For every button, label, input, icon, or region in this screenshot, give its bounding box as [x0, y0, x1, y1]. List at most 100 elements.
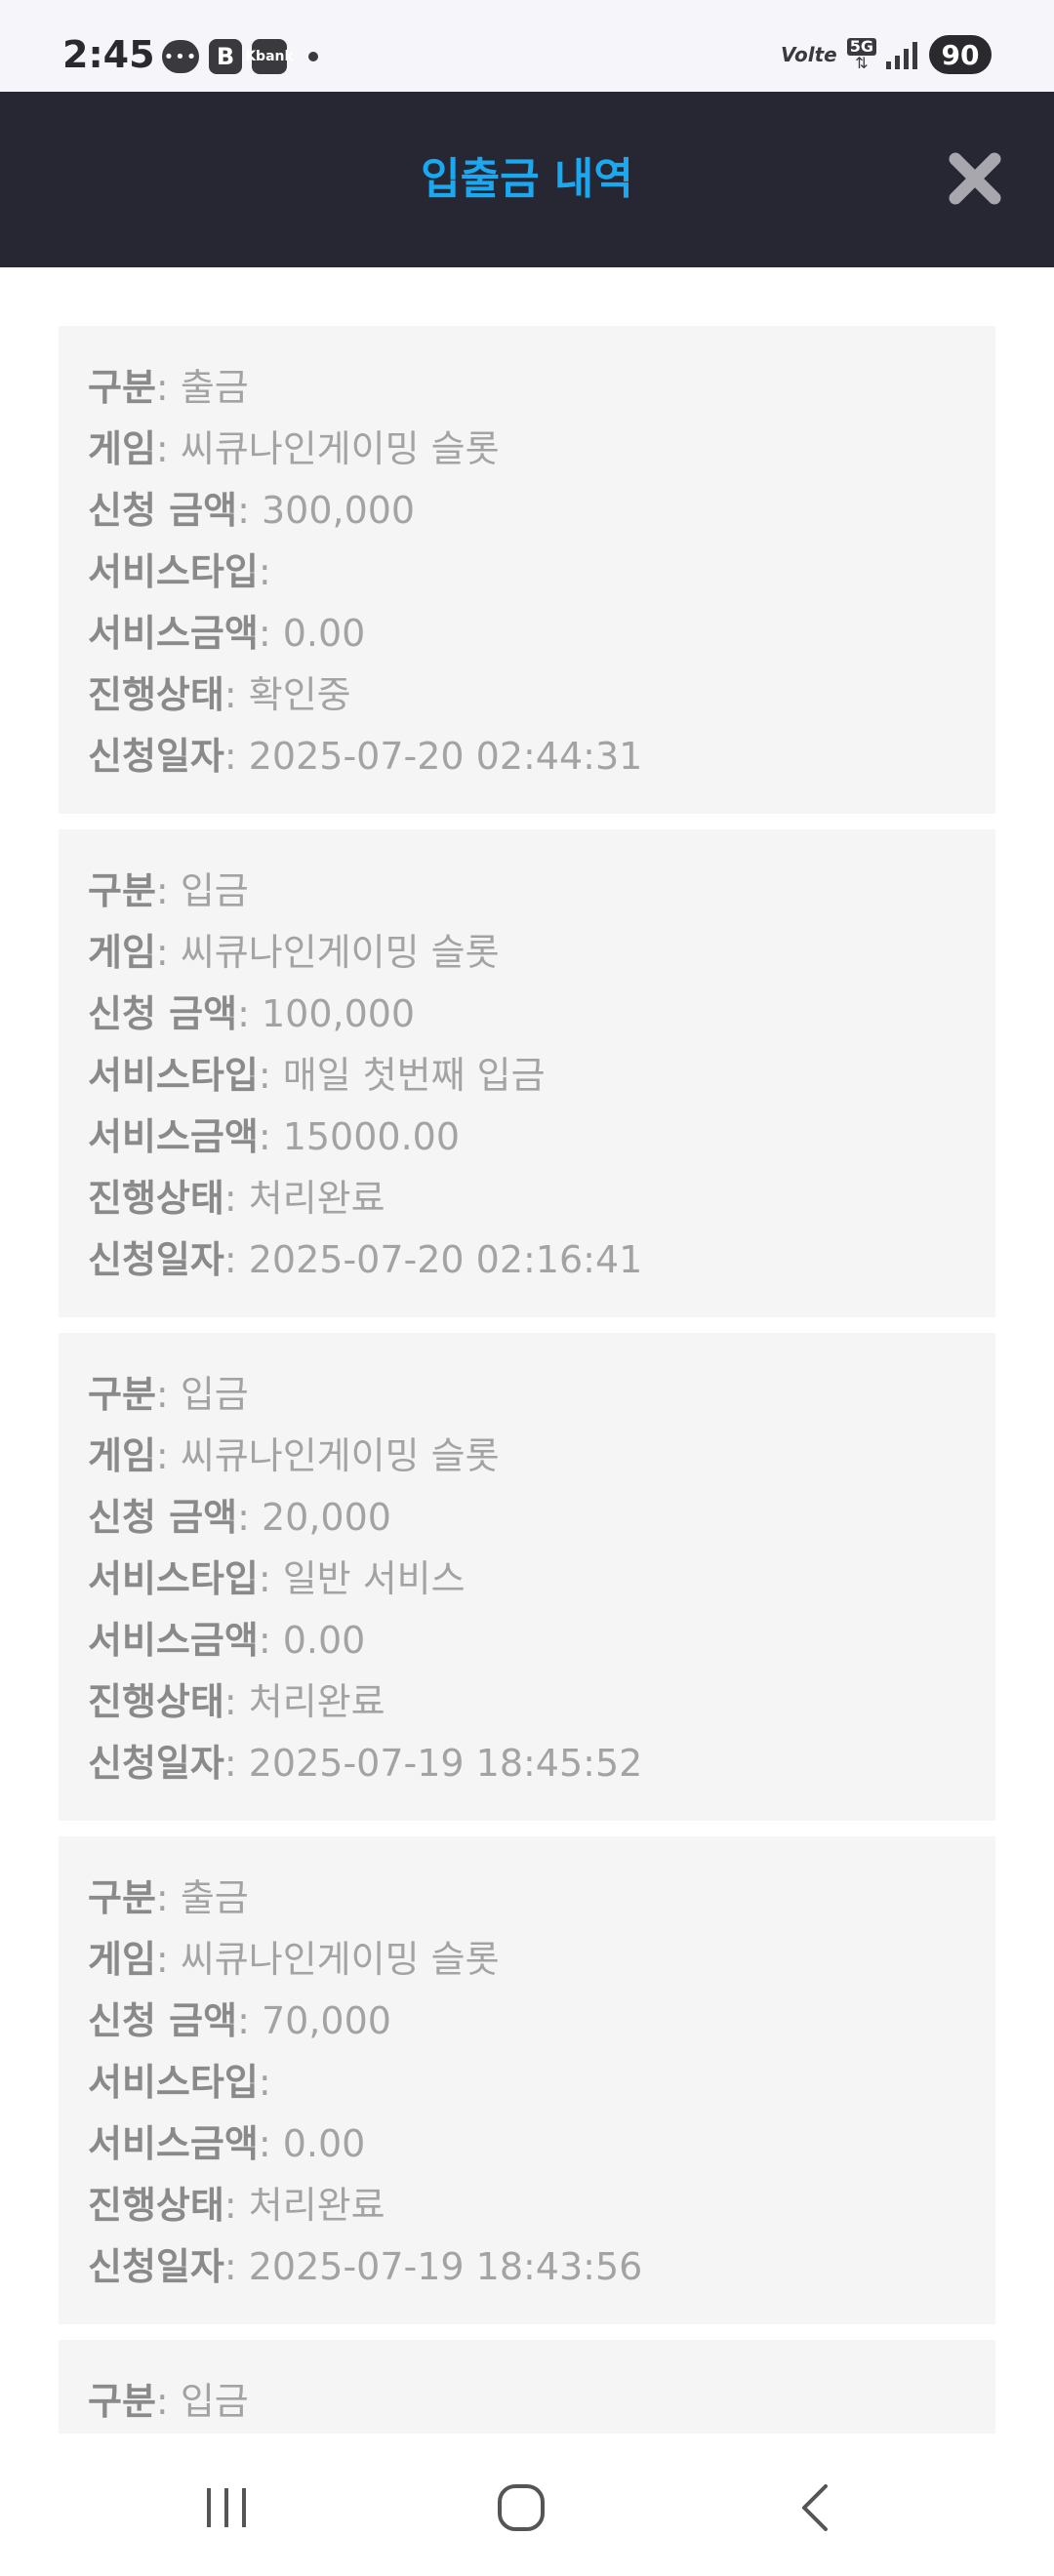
recents-button[interactable]: [187, 2469, 265, 2547]
type-row: 구분: 출금: [88, 1876, 249, 1919]
home-icon: [498, 2484, 545, 2531]
status-value: 처리완료: [248, 2184, 385, 2227]
date-value: 2025-07-20 02:16:41: [248, 1238, 643, 1281]
type-label: 구분: [88, 366, 156, 409]
transaction-card: 구분: 입금 게임: 씨큐나인게이밍 슬롯 신청 금액: 20,000 서비스타…: [59, 1333, 995, 1821]
system-icons: Volte 5G ⇅ 90: [781, 35, 992, 74]
amount-row: 신청 금액: 70,000: [88, 1999, 391, 2042]
service-amount-label: 서비스금액: [88, 1115, 259, 1158]
type-value: 입금: [180, 869, 249, 912]
more-notifications-dot-icon: [308, 52, 318, 61]
service-amount-row: 서비스금액: 15000.00: [88, 1115, 461, 1158]
transaction-list[interactable]: 구분: 출금 게임: 씨큐나인게이밍 슬롯 신청 금액: 300,000 서비스…: [59, 326, 995, 2473]
game-row: 게임: 씨큐나인게이밍 슬롯: [88, 1938, 500, 1981]
amount-value: 100,000: [261, 992, 416, 1035]
date-value: 2025-07-19 18:43:56: [248, 2245, 643, 2288]
game-row: 게임: 씨큐나인게이밍 슬롯: [88, 427, 500, 470]
status-bar: 2:45 ••• B Kbank Volte 5G ⇅ 90: [0, 0, 1054, 92]
status-row: 진행상태: 처리완료: [88, 1177, 385, 1220]
status-row: 진행상태: 처리완료: [88, 2184, 385, 2227]
back-icon: [802, 2484, 828, 2531]
game-value: 씨큐나인게이밍 슬롯: [180, 1938, 500, 1981]
date-row: 신청일자: 2025-07-19 18:45:52: [88, 1742, 643, 1785]
type-value: 출금: [180, 1876, 249, 1919]
type-row: 구분: 입금: [88, 2380, 249, 2423]
type-value: 입금: [180, 2380, 249, 2423]
type-row: 구분: 입금: [88, 1373, 249, 1416]
service-amount-value: 0.00: [282, 612, 366, 655]
amount-row: 신청 금액: 20,000: [88, 1496, 391, 1539]
transaction-card: 구분: 출금 게임: 씨큐나인게이밍 슬롯 신청 금액: 70,000 서비스타…: [59, 1836, 995, 2324]
amount-row: 신청 금액: 300,000: [88, 489, 416, 532]
date-label: 신청일자: [88, 1238, 224, 1281]
page-title: 입출금 내역: [421, 154, 633, 204]
service-type-label: 서비스타입: [88, 1054, 259, 1097]
service-amount-value: 0.00: [282, 1619, 366, 1662]
game-label: 게임: [88, 427, 156, 470]
close-button[interactable]: [943, 146, 1007, 211]
amount-row: 신청 금액: 100,000: [88, 992, 416, 1035]
service-type-label: 서비스타입: [88, 550, 259, 593]
close-icon: [949, 152, 1001, 205]
type-label: 구분: [88, 1373, 156, 1416]
service-type-row: 서비스타입:: [88, 2061, 271, 2104]
status-value: 처리완료: [248, 1177, 385, 1220]
date-label: 신청일자: [88, 735, 224, 778]
navigation-bar: [0, 2434, 1054, 2576]
status-label: 진행상태: [88, 2184, 224, 2227]
amount-label: 신청 금액: [88, 992, 238, 1035]
page: 2:45 ••• B Kbank Volte 5G ⇅ 90 입출금 내역 구분…: [0, 0, 1054, 2576]
status-label: 진행상태: [88, 1680, 224, 1723]
game-row: 게임: 씨큐나인게이밍 슬롯: [88, 931, 500, 974]
date-row: 신청일자: 2025-07-19 18:43:56: [88, 2245, 643, 2288]
service-type-value: 일반 서비스: [282, 1557, 466, 1600]
service-type-row: 서비스타입:: [88, 550, 271, 593]
volte-icon: Volte: [780, 43, 837, 66]
type-label: 구분: [88, 869, 156, 912]
service-amount-row: 서비스금액: 0.00: [88, 1619, 366, 1662]
type-value: 출금: [180, 366, 249, 409]
service-type-row: 서비스타입: 일반 서비스: [88, 1557, 466, 1600]
type-value: 입금: [180, 1373, 249, 1416]
battery-icon: 90: [929, 35, 992, 74]
type-row: 구분: 출금: [88, 366, 249, 409]
service-type-value: 매일 첫번째 입금: [282, 1054, 546, 1097]
game-value: 씨큐나인게이밍 슬롯: [180, 427, 500, 470]
game-value: 씨큐나인게이밍 슬롯: [180, 1434, 500, 1477]
network-5g-icon: 5G ⇅: [846, 38, 876, 71]
date-row: 신청일자: 2025-07-20 02:44:31: [88, 735, 643, 778]
date-label: 신청일자: [88, 1742, 224, 1785]
status-label: 진행상태: [88, 1177, 224, 1220]
service-type-row: 서비스타입: 매일 첫번째 입금: [88, 1054, 546, 1097]
b-app-notification-icon: B: [209, 39, 242, 74]
transaction-card: 구분: 출금 게임: 씨큐나인게이밍 슬롯 신청 금액: 300,000 서비스…: [59, 326, 995, 814]
game-label: 게임: [88, 1938, 156, 1981]
service-amount-label: 서비스금액: [88, 612, 259, 655]
status-label: 진행상태: [88, 673, 224, 716]
service-type-label: 서비스타입: [88, 2061, 259, 2104]
game-row: 게임: 씨큐나인게이밍 슬롯: [88, 1434, 500, 1477]
amount-value: 20,000: [261, 1496, 391, 1539]
back-button[interactable]: [777, 2469, 855, 2547]
amount-value: 70,000: [261, 1999, 391, 2042]
service-amount-label: 서비스금액: [88, 2122, 259, 2165]
signal-strength-icon: [886, 40, 919, 69]
game-value: 씨큐나인게이밍 슬롯: [180, 931, 500, 974]
service-amount-value: 15000.00: [282, 1115, 461, 1158]
date-row: 신청일자: 2025-07-20 02:16:41: [88, 1238, 643, 1281]
status-time: 2:45: [62, 33, 155, 76]
transaction-card: 구분: 입금 게임: 씨큐나인게이밍 슬롯 신청 금액: 100,000 서비스…: [59, 829, 995, 1317]
date-label: 신청일자: [88, 2245, 224, 2288]
home-button[interactable]: [482, 2469, 560, 2547]
status-value: 확인중: [248, 673, 351, 716]
date-value: 2025-07-19 18:45:52: [248, 1742, 643, 1785]
type-label: 구분: [88, 1876, 156, 1919]
service-type-label: 서비스타입: [88, 1557, 259, 1600]
type-label: 구분: [88, 2380, 156, 2423]
type-row: 구분: 입금: [88, 869, 249, 912]
date-value: 2025-07-20 02:44:31: [248, 735, 643, 778]
status-row: 진행상태: 확인중: [88, 673, 351, 716]
service-amount-label: 서비스금액: [88, 1619, 259, 1662]
notification-icons: ••• B Kbank: [162, 39, 318, 74]
amount-label: 신청 금액: [88, 1999, 238, 2042]
